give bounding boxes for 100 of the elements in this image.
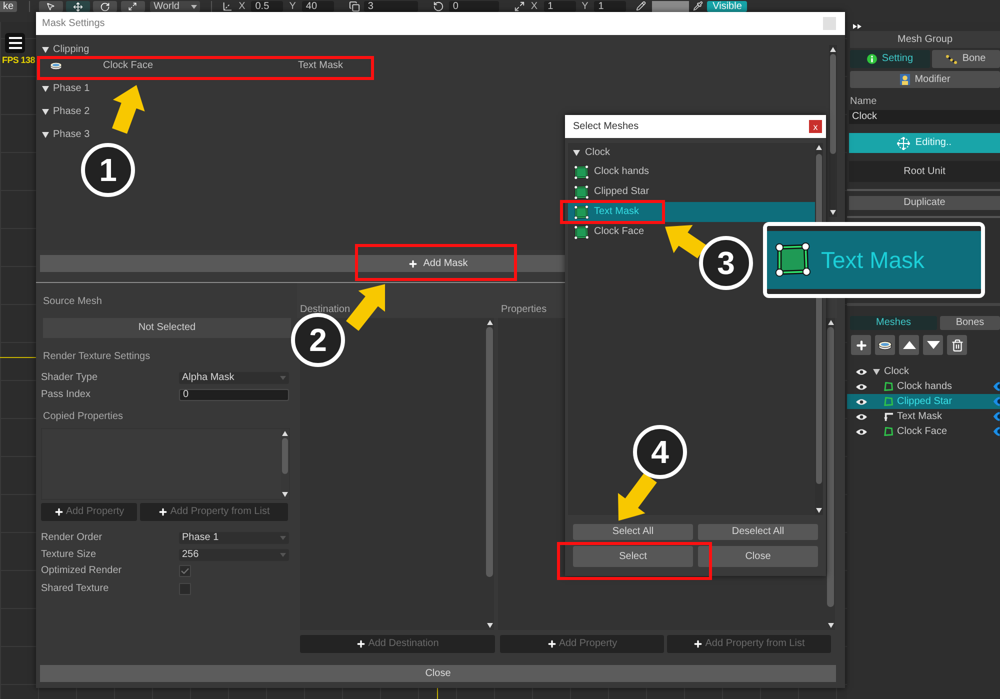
tree-item[interactable]: Clock hands	[847, 379, 1000, 394]
dialog-button[interactable]: Deselect All	[698, 524, 818, 540]
tree-item[interactable]: Clipped Star	[847, 394, 1000, 409]
tab[interactable]: Bone	[932, 50, 1000, 68]
mode-button[interactable]: ke	[0, 1, 17, 12]
rotate-tool-button[interactable]	[92, 1, 117, 12]
layer-button[interactable]	[875, 335, 895, 355]
double-arrow-icon[interactable]	[853, 24, 862, 29]
move-up-button[interactable]	[899, 335, 919, 355]
modifier-button[interactable]: Modifier	[850, 71, 1000, 88]
plus-icon	[54, 507, 64, 517]
scrollbar-thumb[interactable]	[282, 438, 288, 474]
eye-icon[interactable]	[856, 398, 867, 406]
space-dropdown[interactable]: World	[150, 1, 200, 12]
destination-list[interactable]	[300, 318, 494, 630]
tree-item[interactable]: Text Mask	[847, 409, 1000, 424]
pencil-icon[interactable]	[636, 1, 646, 11]
scale-field[interactable]: 1	[544, 1, 576, 12]
mesh-list-item[interactable]: Clock Face	[568, 222, 648, 242]
checkbox[interactable]	[179, 583, 191, 595]
select-tool-button[interactable]	[38, 1, 63, 12]
axis-icon	[222, 1, 233, 12]
figure-icon	[900, 74, 910, 85]
source-mesh-label[interactable]: Clock Face	[103, 60, 298, 72]
dropdown[interactable]: 256	[179, 549, 289, 561]
eye-icon[interactable]	[856, 428, 867, 436]
group-header[interactable]: Clock	[573, 146, 610, 160]
mesh-icon	[574, 184, 589, 200]
expanded-caret-icon[interactable]	[42, 47, 49, 53]
checkbox[interactable]	[179, 565, 191, 577]
scroll-down-icon	[816, 508, 822, 513]
scrollbar-thumb[interactable]	[486, 327, 493, 577]
eye-icon[interactable]	[856, 382, 867, 390]
dropdown[interactable]: Alpha Mask	[179, 372, 289, 384]
group-header[interactable]: Phase 2	[42, 104, 90, 120]
dropdown[interactable]: Phase 1	[179, 532, 289, 544]
layers-icon	[50, 62, 62, 70]
group-header[interactable]: Phase 3	[42, 127, 90, 143]
move-tool-button[interactable]	[66, 1, 90, 12]
group-header[interactable]: Clipping	[42, 42, 90, 58]
delete-button[interactable]	[947, 335, 967, 355]
tab[interactable]: Setting	[850, 50, 930, 68]
section-title: Copied Properties	[43, 411, 124, 423]
tab[interactable]: Meshes	[850, 316, 937, 330]
expanded-caret-icon[interactable]	[42, 86, 49, 92]
bone-icon	[946, 54, 958, 64]
color-swatch[interactable]	[652, 1, 690, 12]
expanded-caret-icon[interactable]	[873, 368, 880, 374]
scroll-down-icon	[830, 210, 836, 215]
expanded-caret-icon[interactable]	[42, 109, 49, 115]
scrollbar[interactable]	[826, 318, 835, 630]
expanded-caret-icon[interactable]	[42, 132, 49, 138]
section-title: Source Mesh	[43, 296, 102, 308]
scrollbar[interactable]	[281, 429, 289, 499]
root-unit-button[interactable]: Root Unit	[849, 161, 1000, 182]
caret-icon	[190, 4, 197, 8]
eyedropper-icon[interactable]	[693, 1, 704, 11]
expanded-caret-icon[interactable]	[573, 150, 580, 156]
duplicate-button[interactable]: Duplicate	[849, 196, 1000, 210]
scale-field[interactable]: 1	[594, 1, 626, 12]
rotation-field[interactable]: 0	[448, 1, 499, 12]
dialog-button[interactable]: Close	[698, 546, 818, 567]
eye-icon[interactable]	[856, 368, 867, 376]
window-close-button[interactable]: x	[809, 120, 822, 133]
mesh-list-item[interactable]: Clock hands	[568, 162, 654, 182]
position-field[interactable]: 0.5	[251, 1, 284, 12]
window-title: Select Meshes	[573, 120, 639, 132]
plus-icon	[408, 258, 418, 268]
scrollbar-thumb[interactable]	[830, 54, 836, 154]
tab[interactable]: Bones	[940, 316, 1000, 330]
source-mesh-button[interactable]: Not Selected	[43, 318, 291, 338]
group-header[interactable]: Phase 1	[42, 81, 90, 97]
scroll-down-icon	[828, 623, 834, 628]
cursor-icon	[46, 2, 56, 11]
menu-icon[interactable]	[5, 33, 25, 53]
scrollbar-thumb[interactable]	[827, 327, 834, 607]
mesh-icon	[884, 427, 893, 436]
dialog-button[interactable]: Select	[573, 546, 693, 567]
up-triangle-icon	[902, 341, 916, 349]
tree-item[interactable]: Clock	[847, 364, 1000, 379]
position-field[interactable]: 40	[302, 1, 334, 12]
depth-field[interactable]: 3	[364, 1, 418, 12]
mesh-icon	[574, 224, 589, 240]
text-input[interactable]: 0	[179, 389, 289, 401]
mesh-list-item[interactable]: Clipped Star	[568, 182, 654, 202]
scrollbar[interactable]	[829, 45, 837, 217]
name-field[interactable]: Clock	[849, 110, 1000, 124]
tree-item[interactable]: Clock Face	[847, 424, 1000, 439]
move-down-button[interactable]	[923, 335, 943, 355]
close-button[interactable]: Close	[40, 665, 836, 682]
scrollbar[interactable]	[485, 318, 494, 630]
eye-icon[interactable]	[856, 412, 867, 420]
mesh-list-item[interactable]: Text Mask	[568, 202, 815, 222]
scale-tool-button[interactable]	[120, 1, 145, 12]
destination-mesh-label[interactable]: Text Mask	[298, 60, 344, 72]
scroll-up-icon	[486, 320, 492, 325]
dialog-button[interactable]: Select All	[573, 524, 693, 540]
add-button[interactable]	[851, 335, 871, 355]
window-title: Mask Settings	[42, 18, 105, 30]
axis-label: X	[530, 1, 538, 12]
